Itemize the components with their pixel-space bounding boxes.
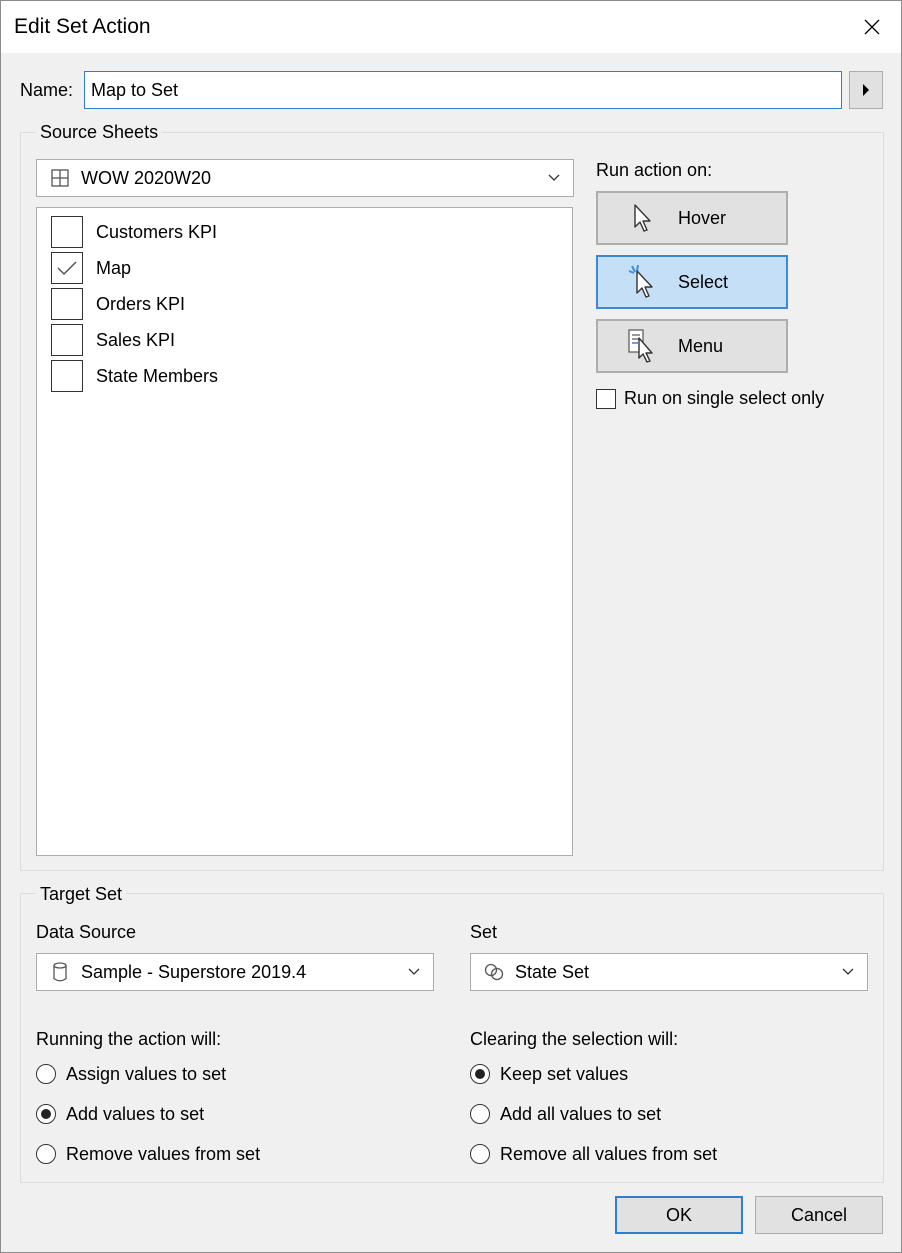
single-select-label: Run on single select only	[624, 388, 825, 408]
radio-button[interactable]	[36, 1104, 56, 1124]
hover-button-label: Hover	[678, 207, 727, 228]
remove-values-radio[interactable]: Remove values from set	[36, 1142, 260, 1166]
select-button[interactable]: Select	[596, 255, 788, 309]
radio-label: Add all values to set	[500, 1103, 662, 1124]
menu-button[interactable]: Menu	[596, 319, 788, 373]
list-item[interactable]: Customers KPI	[51, 216, 217, 248]
chevron-down-icon	[395, 954, 433, 990]
clearing-selection-label: Clearing the selection will:	[470, 1029, 679, 1049]
chevron-down-icon	[535, 160, 573, 196]
single-select-checkbox-box[interactable]	[596, 388, 616, 409]
radio-label: Add values to set	[66, 1103, 205, 1124]
running-action-label: Running the action will:	[36, 1029, 222, 1049]
list-item[interactable]: State Members	[51, 360, 218, 392]
cancel-button[interactable]: Cancel	[755, 1196, 883, 1234]
sheet-checkbox[interactable]	[51, 252, 83, 284]
sheet-checkbox[interactable]	[51, 288, 83, 320]
caret-right-icon	[863, 84, 869, 96]
sheet-checkbox[interactable]	[51, 216, 83, 248]
set-icon	[483, 961, 505, 983]
remove-all-values-radio[interactable]: Remove all values from set	[470, 1142, 717, 1166]
set-label: Set	[470, 922, 498, 942]
set-dropdown[interactable]: State Set	[470, 953, 868, 991]
sheet-label: Sales KPI	[96, 329, 176, 350]
radio-button[interactable]	[36, 1144, 56, 1164]
sheet-label: Map	[96, 257, 132, 278]
run-action-on-label: Run action on:	[596, 160, 713, 180]
sheet-label: Orders KPI	[96, 293, 186, 314]
run-on-single-select-checkbox[interactable]: Run on single select only	[596, 388, 824, 409]
hover-button[interactable]: Hover	[596, 191, 788, 245]
select-button-label: Select	[678, 271, 729, 292]
ok-button[interactable]: OK	[615, 1196, 743, 1234]
radio-label: Keep set values	[500, 1063, 629, 1084]
select-cursor-icon	[628, 265, 658, 299]
list-item[interactable]: Orders KPI	[51, 288, 185, 320]
close-icon	[864, 19, 880, 35]
assign-values-radio[interactable]: Assign values to set	[36, 1062, 226, 1086]
hover-cursor-icon	[628, 201, 658, 235]
menu-button-label: Menu	[678, 335, 724, 356]
dashboard-grid-icon	[49, 167, 71, 189]
list-item[interactable]: Sales KPI	[51, 324, 175, 356]
database-icon	[49, 961, 71, 983]
dashboard-dropdown[interactable]: WOW 2020W20	[36, 159, 574, 197]
source-sheets-list[interactable]: Customers KPI Map Orders KPI Sales KPI S…	[36, 207, 573, 856]
close-button[interactable]	[843, 1, 901, 53]
keep-set-values-radio[interactable]: Keep set values	[470, 1062, 628, 1086]
radio-label: Remove all values from set	[500, 1143, 718, 1164]
title-bar: Edit Set Action	[1, 1, 901, 53]
radio-button[interactable]	[470, 1104, 490, 1124]
dashboard-dropdown-value: WOW 2020W20	[81, 167, 212, 188]
sheet-checkbox[interactable]	[51, 324, 83, 356]
sheet-label: Customers KPI	[96, 221, 218, 242]
data-source-label: Data Source	[36, 922, 137, 942]
sheet-checkbox[interactable]	[51, 360, 83, 392]
set-value: State Set	[515, 961, 590, 982]
dialog-title: Edit Set Action	[14, 15, 151, 38]
name-insert-menu-button[interactable]	[849, 71, 883, 109]
data-source-value: Sample - Superstore 2019.4	[81, 961, 307, 982]
list-item[interactable]: Map	[51, 252, 131, 284]
sheet-label: State Members	[96, 365, 219, 386]
data-source-dropdown[interactable]: Sample - Superstore 2019.4	[36, 953, 434, 991]
checkmark-icon	[57, 261, 77, 276]
name-input[interactable]	[84, 71, 842, 109]
radio-label: Remove values from set	[66, 1143, 261, 1164]
add-values-radio[interactable]: Add values to set	[36, 1102, 204, 1126]
edit-set-action-dialog: Edit Set Action Name: Source Sheets WOW …	[0, 0, 902, 1253]
source-sheets-caption: Source Sheets	[36, 122, 163, 143]
target-set-caption: Target Set	[36, 884, 127, 905]
add-all-values-radio[interactable]: Add all values to set	[470, 1102, 661, 1126]
menu-cursor-icon	[628, 329, 658, 363]
radio-label: Assign values to set	[66, 1063, 227, 1084]
chevron-down-icon	[829, 954, 867, 990]
radio-button[interactable]	[36, 1064, 56, 1084]
radio-button[interactable]	[470, 1144, 490, 1164]
radio-button[interactable]	[470, 1064, 490, 1084]
name-label: Name:	[20, 80, 74, 100]
